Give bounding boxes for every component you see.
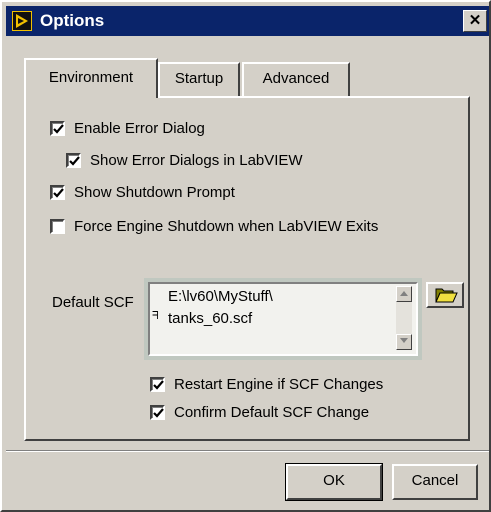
options-dialog: Options ✕ Environment Startup Advanced E… <box>0 0 491 512</box>
tab-advanced-label: Advanced <box>262 70 330 87</box>
tab-startup[interactable]: Startup <box>158 62 240 96</box>
title-bar[interactable]: Options ✕ <box>6 6 489 36</box>
close-icon: ✕ <box>468 12 482 29</box>
cancel-button[interactable]: Cancel <box>392 464 478 500</box>
cancel-button-label: Cancel <box>411 472 459 489</box>
button-separator <box>6 450 489 452</box>
window-title: Options <box>40 11 105 30</box>
tab-startup-label: Startup <box>174 70 224 87</box>
environment-panel <box>24 96 470 441</box>
ok-button[interactable]: OK <box>285 463 383 501</box>
close-button[interactable]: ✕ <box>463 10 487 32</box>
labview-app-icon <box>12 11 32 31</box>
tab-environment[interactable]: Environment <box>24 58 158 98</box>
tab-environment-label: Environment <box>48 69 134 86</box>
tab-advanced[interactable]: Advanced <box>242 62 350 96</box>
ok-button-label: OK <box>323 472 345 489</box>
